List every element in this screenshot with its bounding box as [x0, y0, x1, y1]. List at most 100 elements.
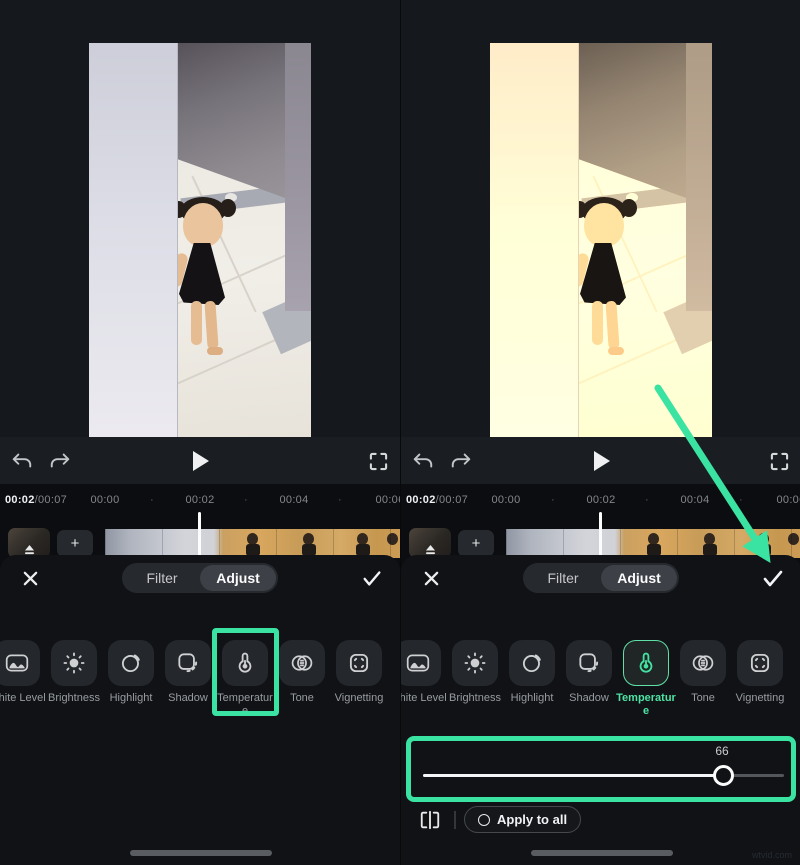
undo-button[interactable] [10, 449, 34, 473]
redo-icon [49, 452, 71, 470]
filmstrip-frame-detail [247, 533, 258, 545]
filmstrip-frame-detail [303, 533, 314, 545]
phone-screen-before: 00:02/00:07 00:00 · 00:02 · 00:04 · 00:0… [0, 0, 400, 865]
adjustment-brightness[interactable]: Brightness [452, 640, 498, 686]
play-button[interactable] [188, 449, 212, 473]
video-frame-warm [490, 43, 712, 437]
close-icon [22, 570, 39, 587]
tick-dot: · [338, 494, 342, 506]
phone-screen-after: 00:02/00:07 00:00 · 00:02 · 00:04 · 00:0… [400, 0, 800, 865]
redo-icon [450, 452, 472, 470]
annotation-highlight-temperature [212, 628, 279, 716]
fullscreen-button[interactable] [366, 449, 390, 473]
clip-filmstrip[interactable] [506, 529, 800, 558]
adjustment-white-level[interactable]: White Level [0, 640, 40, 686]
time-tick: 00:06 [375, 494, 400, 506]
play-icon [590, 449, 612, 473]
adjustment-highlight[interactable]: Highlight [108, 640, 154, 686]
redo-button[interactable] [449, 449, 473, 473]
time-tick: 00:00 [90, 494, 119, 506]
eject-icon [425, 545, 436, 555]
compare-icon [419, 810, 441, 830]
close-button[interactable] [18, 566, 42, 590]
adjustment-shadow[interactable]: Shadow [165, 640, 211, 686]
current-time: 00:02/00:07 [406, 494, 468, 506]
tab-adjust[interactable]: Adjust [601, 565, 677, 591]
curtain [285, 43, 311, 311]
fullscreen-button[interactable] [767, 449, 791, 473]
filter-adjust-tabs: Filter Adjust [523, 563, 679, 593]
adjustment-row: White Level Brightness Highlight Shadow … [0, 628, 400, 728]
adjust-sheet: Filter Adjust White Level Brightness Hig… [0, 555, 400, 865]
adjustment-temperature-selected[interactable]: Temperature [623, 640, 669, 686]
video-preview-canvas[interactable] [89, 43, 311, 437]
filmstrip-frame-detail [788, 533, 799, 545]
child-figure [173, 193, 237, 393]
adjustment-shadow[interactable]: Shadow [566, 640, 612, 686]
filmstrip-frame-detail [758, 533, 769, 545]
brightness-icon [61, 650, 87, 676]
transport-bar [401, 437, 800, 484]
current-time: 00:02/00:07 [5, 494, 67, 506]
white-level-icon [405, 650, 431, 676]
undo-icon [11, 452, 33, 470]
apply-to-all-button[interactable]: Apply to all [464, 806, 581, 833]
close-button[interactable] [419, 566, 443, 590]
tab-filter[interactable]: Filter [525, 565, 601, 591]
adjustment-highlight[interactable]: Highlight [509, 640, 555, 686]
add-clip-button[interactable]: + [57, 530, 93, 557]
foot [207, 347, 223, 355]
leg [204, 301, 218, 350]
playhead[interactable] [198, 512, 201, 556]
eject-icon [24, 545, 35, 555]
filter-adjust-tabs: Filter Adjust [122, 563, 278, 593]
tick-dot: · [551, 494, 555, 506]
tick-dot: · [150, 494, 154, 506]
redo-button[interactable] [48, 449, 72, 473]
add-clip-button[interactable]: + [458, 530, 494, 557]
confirm-button[interactable] [358, 564, 386, 592]
fullscreen-icon [770, 452, 789, 471]
track-thumbnail[interactable] [8, 528, 50, 558]
home-indicator[interactable] [130, 850, 272, 856]
apply-to-all-label: Apply to all [497, 812, 567, 827]
foot [608, 347, 624, 355]
white-level-icon [4, 650, 30, 676]
tick-dot: · [645, 494, 649, 506]
tick-dot: · [739, 494, 743, 506]
undo-button[interactable] [411, 449, 435, 473]
tone-icon [289, 650, 315, 676]
apply-row: Apply to all [401, 805, 800, 839]
tab-filter[interactable]: Filter [124, 565, 200, 591]
adjustment-white-level[interactable]: White Level [400, 640, 441, 686]
clip-filmstrip[interactable] [105, 529, 400, 558]
play-button[interactable] [589, 449, 613, 473]
watermark: wtvid.com [752, 850, 792, 860]
track-thumbnail[interactable] [409, 528, 451, 558]
time-tick: 00:04 [680, 494, 709, 506]
close-icon [423, 570, 440, 587]
video-preview-canvas[interactable] [490, 43, 712, 437]
playhead[interactable] [599, 512, 602, 556]
head [183, 203, 223, 247]
time-tick: 00:00 [491, 494, 520, 506]
tone-icon [690, 650, 716, 676]
tick-dot: · [244, 494, 248, 506]
time-tick: 00:02 [586, 494, 615, 506]
tab-adjust[interactable]: Adjust [200, 565, 276, 591]
compare-button[interactable] [417, 808, 443, 832]
shadow-icon [576, 650, 602, 676]
total-duration: /00:07 [35, 494, 67, 506]
adjustment-vignetting[interactable]: Vignetting [737, 640, 783, 686]
highlight-icon [519, 650, 545, 676]
adjustment-vignetting[interactable]: Vignetting [336, 640, 382, 686]
divider [454, 811, 456, 829]
adjustment-brightness[interactable]: Brightness [51, 640, 97, 686]
adjustment-tone[interactable]: Tone [279, 640, 325, 686]
confirm-button[interactable] [759, 564, 787, 592]
home-indicator[interactable] [531, 850, 673, 856]
adjustment-tone[interactable]: Tone [680, 640, 726, 686]
transport-bar [0, 437, 400, 484]
preview-area [0, 0, 400, 437]
annotation-highlight-slider [406, 736, 796, 802]
